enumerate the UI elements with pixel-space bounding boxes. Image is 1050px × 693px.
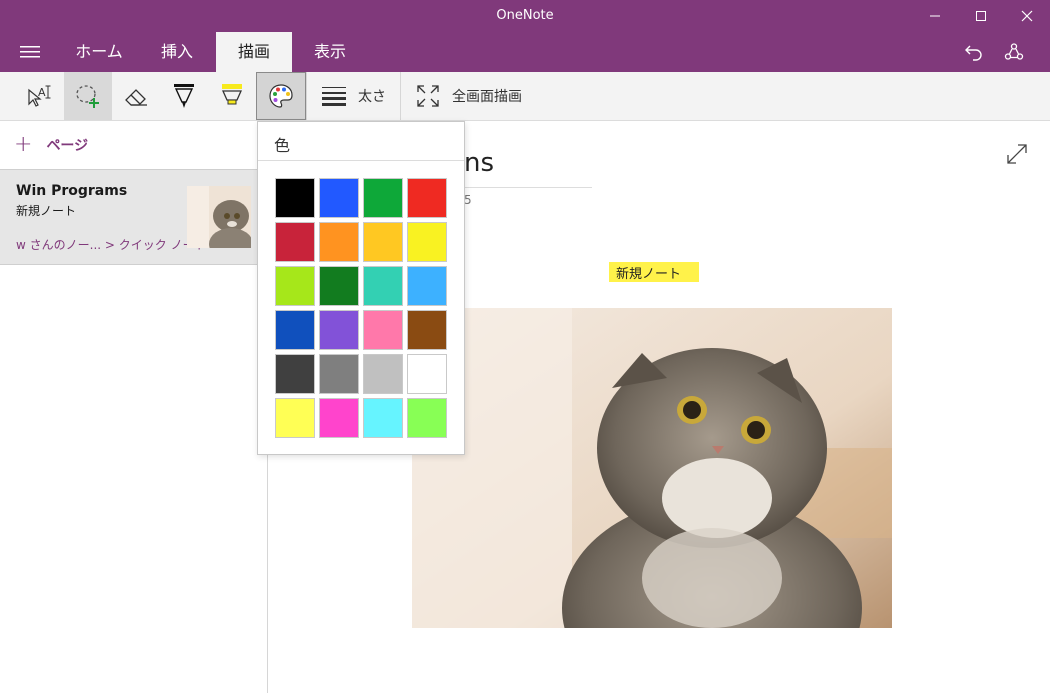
page-title[interactable]: ns xyxy=(464,148,494,178)
color-swatch[interactable] xyxy=(275,266,315,306)
color-swatch[interactable] xyxy=(319,398,359,438)
cat-image xyxy=(412,308,892,628)
color-swatch[interactable] xyxy=(363,178,403,218)
color-swatch[interactable] xyxy=(319,266,359,306)
color-swatch[interactable] xyxy=(275,398,315,438)
cat-photo[interactable] xyxy=(412,308,892,628)
color-swatch[interactable] xyxy=(363,266,403,306)
color-swatch[interactable] xyxy=(407,398,447,438)
color-swatch[interactable] xyxy=(407,354,447,394)
app-title: OneNote xyxy=(496,8,554,23)
expand-button[interactable] xyxy=(1004,141,1030,167)
highlighter-tool[interactable] xyxy=(208,72,256,120)
page-item-title: Win Programs xyxy=(16,183,128,199)
menu-button[interactable] xyxy=(10,38,50,66)
share-button[interactable] xyxy=(997,38,1031,66)
minimize-button[interactable] xyxy=(912,0,958,32)
color-swatch[interactable] xyxy=(363,310,403,350)
plus-icon: + xyxy=(14,132,33,157)
tab-insert[interactable]: 挿入 xyxy=(147,32,207,72)
thickness-button[interactable]: 太さ xyxy=(310,72,400,120)
color-swatch[interactable] xyxy=(319,310,359,350)
color-swatch[interactable] xyxy=(319,354,359,394)
tab-home[interactable]: ホーム xyxy=(66,32,132,72)
flyout-divider xyxy=(258,160,464,161)
color-swatch[interactable] xyxy=(363,398,403,438)
title-underline xyxy=(464,187,592,188)
maximize-button[interactable] xyxy=(958,0,1004,32)
tab-view[interactable]: 表示 xyxy=(300,32,360,72)
color-picker-flyout: 色 xyxy=(257,121,465,455)
color-swatch[interactable] xyxy=(319,178,359,218)
share-icon xyxy=(1004,43,1024,60)
page-item-subtitle: 新規ノート xyxy=(16,204,77,218)
page-date: 5 xyxy=(464,193,472,207)
toolbar-separator xyxy=(400,72,401,120)
close-button[interactable] xyxy=(1004,0,1050,32)
cat-thumbnail-image xyxy=(187,186,251,248)
undo-icon xyxy=(965,45,982,61)
lasso-icon xyxy=(76,85,99,108)
page-item-path: w さんのノー... > クイック ノート xyxy=(16,238,207,252)
page-list-pane: + ページ Win Programs 新規ノート w さんのノー... > クイ… xyxy=(0,121,268,693)
pen-tool[interactable] xyxy=(160,72,208,120)
add-page-label: ページ xyxy=(46,138,89,154)
color-swatch[interactable] xyxy=(275,222,315,262)
draw-toolbar: A 太さ 全画面描画 xyxy=(0,72,1050,121)
onenote-app: OneNote ホーム 挿入 描画 表示 A 太さ 全画面描画 + ページ Wi… xyxy=(0,0,1050,693)
maximize-icon xyxy=(976,11,986,21)
color-swatch[interactable] xyxy=(363,354,403,394)
page-list-item[interactable]: Win Programs 新規ノート w さんのノー... > クイック ノート xyxy=(0,169,267,265)
color-swatch[interactable] xyxy=(407,310,447,350)
undo-button[interactable] xyxy=(957,38,991,66)
fullscreen-draw-button[interactable]: 全画面描画 xyxy=(408,72,538,120)
type-select-tool[interactable]: A xyxy=(16,72,64,120)
hamburger-icon xyxy=(20,46,40,58)
svg-text:A: A xyxy=(38,86,46,99)
palette-icon xyxy=(269,84,293,108)
highlighter-icon xyxy=(221,84,243,105)
color-swatch[interactable] xyxy=(275,310,315,350)
expand-icon xyxy=(1007,144,1027,164)
color-swatch[interactable] xyxy=(407,266,447,306)
color-swatch[interactable] xyxy=(407,178,447,218)
eraser-icon xyxy=(125,89,147,106)
color-swatch[interactable] xyxy=(363,222,403,262)
add-page-button[interactable]: + ページ xyxy=(14,132,89,157)
type-select-icon: A xyxy=(28,85,51,107)
ribbon: ホーム 挿入 描画 表示 xyxy=(0,32,1050,72)
thickness-icon xyxy=(322,87,346,106)
fullscreen-label: 全画面描画 xyxy=(452,89,522,105)
color-picker-header: 色 xyxy=(274,136,291,155)
title-bar: OneNote xyxy=(0,0,1050,32)
thickness-label: 太さ xyxy=(358,89,386,105)
note-text[interactable]: 新規ノート xyxy=(616,263,681,282)
color-swatch[interactable] xyxy=(319,222,359,262)
color-button[interactable] xyxy=(256,72,306,120)
close-icon xyxy=(1021,10,1033,22)
color-swatch[interactable] xyxy=(275,178,315,218)
fullscreen-icon xyxy=(417,85,439,107)
color-swatch[interactable] xyxy=(407,222,447,262)
lasso-select-tool[interactable] xyxy=(64,72,112,120)
page-thumbnail xyxy=(187,186,251,248)
tab-draw[interactable]: 描画 xyxy=(216,32,292,72)
minimize-icon xyxy=(930,15,940,17)
pen-icon xyxy=(174,84,194,108)
color-swatch[interactable] xyxy=(275,354,315,394)
eraser-tool[interactable] xyxy=(112,72,160,120)
toolbar-separator xyxy=(306,72,307,120)
